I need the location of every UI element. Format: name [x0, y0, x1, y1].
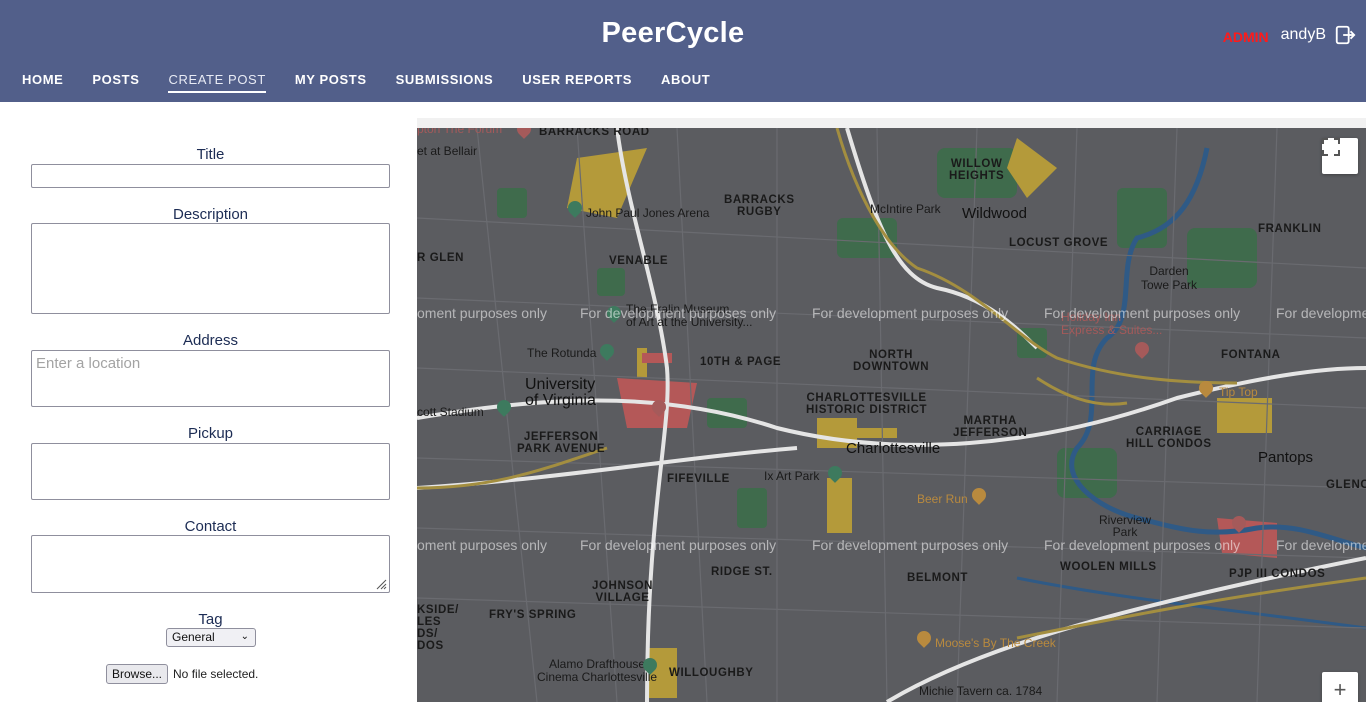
- contact-textarea[interactable]: [31, 535, 390, 593]
- poi-alamo: Alamo Drafthouse Cinema Charlottesville: [537, 657, 658, 684]
- username[interactable]: andyB: [1281, 26, 1326, 44]
- poi-stadium: cott Stadium: [417, 405, 484, 419]
- nav-create-post[interactable]: CREATE POST: [168, 72, 266, 93]
- title-label: Title: [196, 146, 225, 163]
- contact-label: Contact: [184, 518, 237, 535]
- place-university: University of Virginia: [525, 376, 596, 409]
- place-wildwood: Wildwood: [962, 205, 1028, 222]
- tag-label: Tag: [198, 611, 223, 628]
- nav-my-posts[interactable]: MY POSTS: [295, 72, 367, 93]
- label-barracks-rugby: BARRACKS RUGBY: [724, 194, 795, 218]
- resize-grip-icon[interactable]: [375, 578, 387, 590]
- poi-bellair: et at Bellair: [417, 144, 478, 158]
- label-fifeville: FIFEVILLE: [667, 473, 730, 485]
- poi-michie: Michie Tavern ca. 1784: [919, 684, 1043, 698]
- pickup-label: Pickup: [187, 425, 234, 442]
- place-charlottesville: Charlottesville: [846, 440, 941, 457]
- file-upload: Browse... No file selected.: [106, 664, 258, 684]
- poi-mcintire-park: McIntire Park: [870, 202, 941, 216]
- poi-forum: pton The Forum: [417, 128, 503, 136]
- poi-beer-run: Beer Run: [917, 492, 968, 506]
- fullscreen-icon: [1322, 138, 1340, 156]
- brand-title[interactable]: PeerCycle: [0, 17, 1346, 50]
- watermark: oment purposes only: [417, 305, 547, 321]
- label-franklin: FRANKLIN: [1258, 223, 1322, 235]
- nav-posts[interactable]: POSTS: [92, 72, 139, 93]
- address-placeholder: Enter a location: [36, 355, 141, 372]
- poi-jpj-arena: John Paul Jones Arena: [586, 206, 710, 220]
- title-input[interactable]: [31, 164, 390, 188]
- address-input[interactable]: Enter a location: [31, 350, 390, 407]
- nav-home[interactable]: HOME: [22, 72, 63, 93]
- label-woolen-mills: WOOLEN MILLS: [1060, 561, 1157, 573]
- pickup-textarea[interactable]: [31, 443, 390, 500]
- admin-badge: ADMIN: [1222, 29, 1269, 45]
- zoom-in-button[interactable]: +: [1322, 672, 1358, 702]
- tag-select[interactable]: General ⌄: [166, 628, 256, 647]
- watermark: For development purposes only: [812, 537, 1009, 553]
- label-frys-spring: FRY'S SPRING: [489, 609, 577, 621]
- description-label: Description: [172, 206, 249, 223]
- chevron-down-icon: ⌄: [240, 631, 249, 642]
- nav-user-reports[interactable]: USER REPORTS: [522, 72, 632, 93]
- top-header: PeerCycle ADMIN andyB HOME POSTS CREATE …: [0, 0, 1366, 102]
- map-top-strip: [417, 118, 1366, 128]
- address-label: Address: [182, 332, 239, 349]
- watermark: For development purposes only: [580, 537, 777, 553]
- watermark: For development purposes only: [812, 305, 1009, 321]
- label-north-downtown: NORTH DOWNTOWN: [853, 349, 930, 373]
- label-ridge-st: RIDGE ST.: [711, 566, 773, 578]
- poi-tip-top: Tip Top: [1219, 385, 1258, 399]
- file-status: No file selected.: [173, 667, 259, 681]
- browse-button[interactable]: Browse...: [106, 664, 169, 684]
- label-kside: KSIDE/ LES DS/ DOS: [417, 604, 459, 652]
- label-carriage-hill: CARRIAGE HILL CONDOS: [1126, 426, 1212, 450]
- watermark: oment purposes only: [417, 537, 547, 553]
- fullscreen-button[interactable]: [1322, 138, 1358, 174]
- nav-about[interactable]: ABOUT: [661, 72, 710, 93]
- logout-icon[interactable]: [1334, 24, 1356, 46]
- tag-selected-value: General: [172, 630, 215, 644]
- label-10th-page: 10TH & PAGE: [700, 356, 782, 368]
- poi-rotunda: The Rotunda: [527, 346, 597, 360]
- poi-darden-towe: Darden Towe Park: [1141, 264, 1198, 292]
- label-venable: VENABLE: [609, 255, 669, 267]
- label-johnson-village: JOHNSON VILLAGE: [592, 580, 654, 604]
- description-textarea[interactable]: [31, 223, 390, 314]
- label-pjp-condos: PJP III CONDOS: [1229, 568, 1326, 580]
- poi-mooses: Moose's By The Creek: [935, 636, 1056, 650]
- label-martha-jefferson: MARTHA JEFFERSON: [953, 415, 1028, 439]
- label-fontana: FONTANA: [1221, 349, 1281, 361]
- label-willoughby: WILLOUGHBY: [669, 667, 754, 679]
- place-pantops: Pantops: [1258, 449, 1314, 466]
- map-view[interactable]: BARRACKS ROAD WILLOW HEIGHTS BARRACKS RU…: [417, 128, 1366, 702]
- label-r-glen: R GLEN: [417, 252, 465, 264]
- watermark: For development purposes only: [1044, 537, 1241, 553]
- watermark: For developme: [1276, 305, 1366, 321]
- poi-ix-art-park: Ix Art Park: [764, 469, 820, 483]
- label-glenc: GLENC: [1326, 479, 1366, 491]
- watermark: For development purposes only: [1044, 305, 1241, 321]
- label-jefferson-park: JEFFERSON PARK AVENUE: [517, 431, 606, 455]
- poi-riverview: Riverview Park: [1099, 513, 1152, 539]
- label-locust-grove: LOCUST GROVE: [1009, 237, 1109, 249]
- user-area: ADMIN andyB: [1223, 24, 1356, 46]
- watermark: For development purposes only: [580, 305, 777, 321]
- label-willow-heights: WILLOW HEIGHTS: [949, 158, 1005, 182]
- nav-submissions[interactable]: SUBMISSIONS: [396, 72, 494, 93]
- watermark: For developme: [1276, 537, 1366, 553]
- main-nav: HOME POSTS CREATE POST MY POSTS SUBMISSI…: [22, 72, 739, 93]
- label-belmont: BELMONT: [907, 572, 969, 584]
- label-barracks-road: BARRACKS ROAD: [539, 128, 650, 138]
- label-historic-district: CHARLOTTESVILLE HISTORIC DISTRICT: [806, 392, 928, 416]
